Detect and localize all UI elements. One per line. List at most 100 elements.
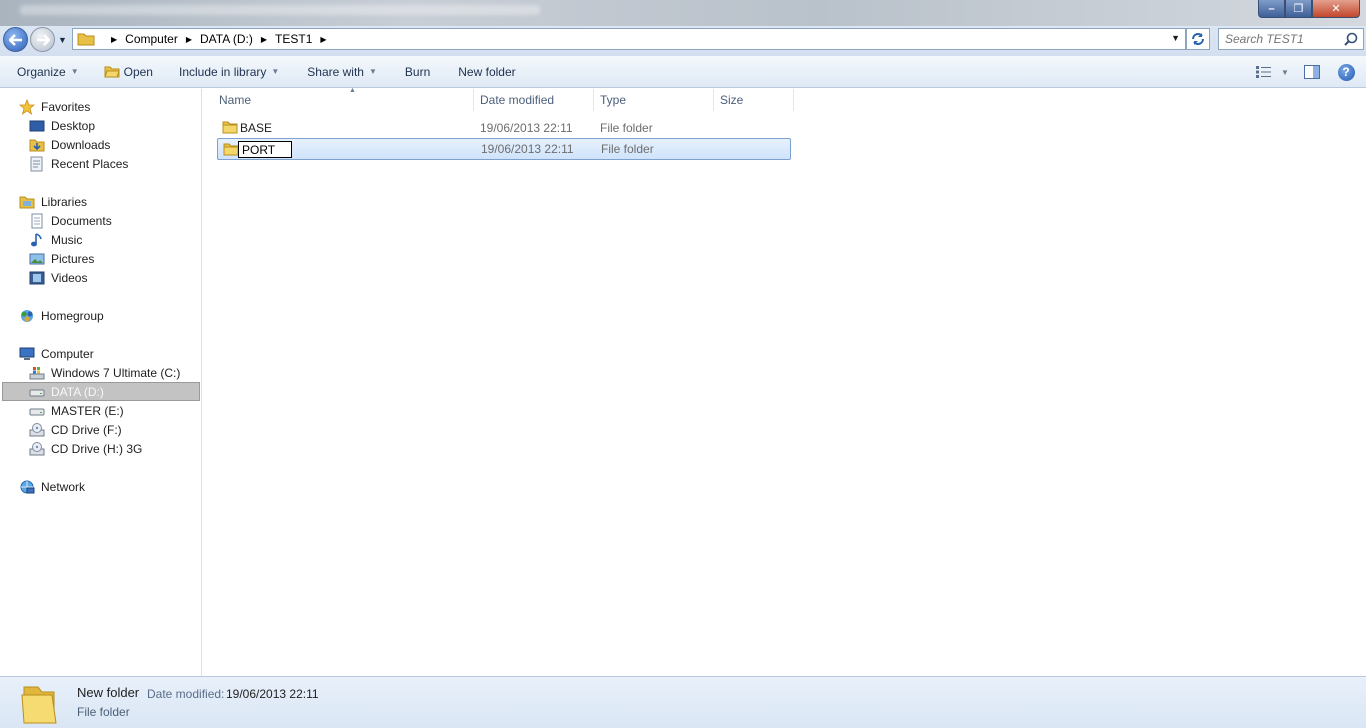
minimize-button[interactable]: – (1258, 0, 1285, 18)
sidebar-item-drive-e[interactable]: MASTER (E:) (29, 401, 124, 420)
column-header-name[interactable]: Name ▲ (213, 87, 474, 111)
file-row-selected[interactable]: 19/06/2013 22:11 File folder (217, 138, 791, 160)
new-folder-button[interactable]: New folder (449, 60, 524, 84)
homegroup-icon (21, 309, 33, 322)
view-options-dropdown[interactable]: ▼ (1278, 60, 1292, 84)
column-header-label: Date modified (480, 93, 555, 107)
sidebar-group-homegroup[interactable]: Homegroup (19, 306, 104, 325)
windows-drive-icon (29, 366, 45, 379)
breadcrumb-separator-icon[interactable]: ▶ (186, 35, 192, 44)
sidebar-item-drive-f[interactable]: CD Drive (F:) (29, 420, 122, 439)
organize-button[interactable]: Organize ▼ (8, 60, 88, 84)
sidebar-item-drive-d[interactable]: DATA (D:) (2, 382, 200, 401)
forward-button[interactable] (30, 27, 55, 52)
preview-pane-button[interactable] (1298, 60, 1326, 84)
open-button[interactable]: Open (95, 60, 162, 84)
sidebar-item-label: Downloads (51, 137, 111, 152)
file-date-modified: 19/06/2013 22:11 (480, 121, 573, 135)
sidebar-item-label: Desktop (51, 118, 96, 133)
network-icon (20, 480, 35, 493)
sidebar-group-label: Network (41, 479, 86, 494)
sidebar-item-drive-c[interactable]: Windows 7 Ultimate (C:) (29, 363, 180, 382)
breadcrumb-separator-icon[interactable]: ▶ (320, 35, 326, 44)
address-history-dropdown-icon[interactable]: ▼ (1171, 33, 1180, 43)
sidebar-group-favorites[interactable]: Favorites (19, 97, 90, 116)
column-header-date-modified[interactable]: Date modified (474, 89, 594, 111)
sidebar-item-drive-h[interactable]: CD Drive (H:) 3G (29, 439, 142, 458)
file-row[interactable]: BASE 19/06/2013 22:11 File folder (217, 117, 791, 139)
breadcrumb-separator-icon[interactable]: ▶ (261, 35, 267, 44)
sidebar-item-label: CD Drive (H:) 3G (51, 441, 143, 456)
downloads-folder-icon (29, 139, 45, 151)
open-folder-icon (103, 66, 120, 78)
cd-drive-icon (29, 422, 45, 436)
large-folder-icon (21, 686, 57, 724)
help-button[interactable]: ? (1332, 60, 1360, 84)
file-list: Name ▲ Date modified Type Size BASE 19/0… (203, 87, 1366, 676)
back-button[interactable] (3, 27, 28, 52)
sort-ascending-icon: ▲ (349, 87, 356, 94)
sidebar-group-label: Favorites (41, 99, 91, 114)
organize-label: Organize (17, 64, 66, 79)
column-header-label: Size (720, 93, 744, 107)
search-input[interactable] (1225, 29, 1343, 49)
folder-icon (223, 143, 239, 156)
sidebar-item-music[interactable]: Music (29, 230, 82, 249)
recent-pages-dropdown[interactable]: ▼ (58, 35, 67, 45)
forward-arrow-icon (36, 33, 50, 46)
sidebar-item-recent-places[interactable]: Recent Places (29, 154, 128, 173)
close-button[interactable]: ✕ (1312, 0, 1360, 18)
share-with-label: Share with (307, 64, 364, 79)
share-with-button[interactable]: Share with ▼ (298, 60, 386, 84)
sidebar-item-label: CD Drive (F:) (51, 422, 122, 437)
sidebar-item-label: MASTER (E:) (51, 403, 124, 418)
refresh-button[interactable] (1186, 28, 1210, 50)
breadcrumb-separator-icon[interactable]: ▶ (111, 35, 117, 44)
sidebar-item-pictures[interactable]: Pictures (29, 249, 94, 268)
sidebar-item-documents[interactable]: Documents (29, 211, 112, 230)
sidebar-item-desktop[interactable]: Desktop (29, 116, 95, 135)
search-icon[interactable] (1344, 32, 1358, 46)
sidebar-item-label: Music (51, 232, 83, 247)
burn-button[interactable]: Burn (396, 60, 439, 84)
details-file-type: File folder (77, 705, 130, 719)
breadcrumb-data-d[interactable]: DATA (D:) (200, 32, 253, 46)
blurred-title-text (20, 5, 540, 15)
pictures-icon (29, 253, 45, 264)
search-box[interactable] (1218, 28, 1364, 50)
sidebar-item-label: Recent Places (51, 156, 129, 171)
file-type: File folder (600, 121, 653, 135)
hard-drive-icon (29, 408, 45, 415)
sidebar-group-network[interactable]: Network (19, 477, 85, 496)
column-header-size[interactable]: Size (714, 89, 794, 111)
column-header-type[interactable]: Type (594, 89, 714, 111)
view-controls: ▼ ? (1250, 60, 1366, 84)
sidebar-item-label: Videos (51, 270, 88, 285)
details-pane: New folder Date modified: 19/06/2013 22:… (0, 676, 1366, 728)
sidebar-item-label: Pictures (51, 251, 95, 266)
column-header-label: Name (219, 93, 252, 107)
sidebar-group-computer[interactable]: Computer (19, 344, 94, 363)
maximize-button[interactable]: ❐ (1285, 0, 1312, 18)
include-in-library-label: Include in library (178, 64, 267, 79)
breadcrumb-test1[interactable]: TEST1 (275, 32, 312, 46)
sidebar-item-videos[interactable]: Videos (29, 268, 87, 287)
breadcrumb-computer[interactable]: Computer (125, 32, 178, 46)
address-bar[interactable]: ▶ Computer ▶ DATA (D:) ▶ TEST1 ▶ ▼ (72, 28, 1186, 50)
include-in-library-button[interactable]: Include in library ▼ (170, 60, 288, 84)
details-file-name: New folder (77, 685, 140, 700)
chevron-down-icon: ▼ (70, 67, 79, 76)
folder-icon (77, 33, 95, 46)
new-folder-label: New folder (458, 64, 516, 79)
chevron-down-icon: ▼ (271, 67, 280, 76)
details-date-value: 19/06/2013 22:11 (226, 687, 319, 701)
preview-pane-icon (1304, 65, 1320, 79)
sidebar-group-label: Computer (41, 346, 94, 361)
change-view-button[interactable] (1250, 60, 1278, 84)
sidebar-item-label: DATA (D:) (51, 384, 104, 399)
rename-input[interactable] (238, 141, 292, 158)
computer-icon (19, 347, 35, 360)
sidebar-item-downloads[interactable]: Downloads (29, 135, 110, 154)
sidebar-group-libraries[interactable]: Libraries (19, 192, 87, 211)
command-bar: Organize ▼ Open Include in library ▼ Sha… (0, 56, 1366, 88)
